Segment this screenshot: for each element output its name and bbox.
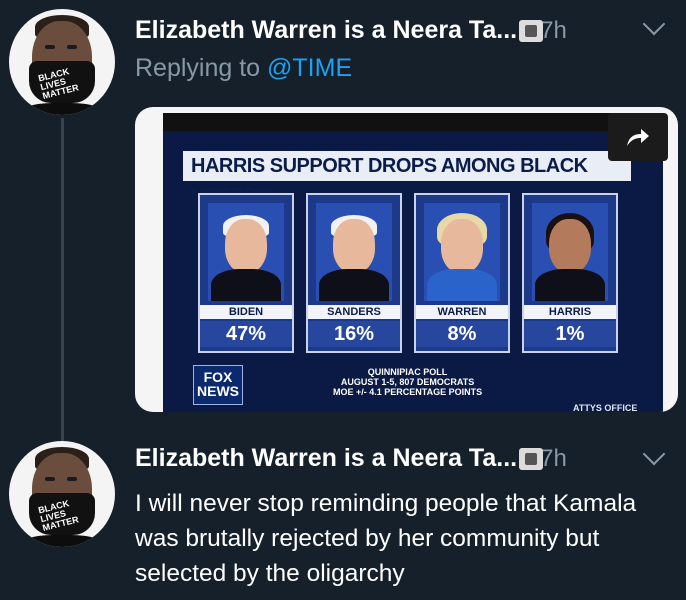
author-name[interactable]: Elizabeth Warren is a Neera Ta... [135, 16, 517, 45]
poll-line: QUINNIPIAC POLL [367, 367, 448, 377]
tweet-timestamp[interactable]: 7h [540, 445, 567, 473]
chevron-down-icon[interactable] [642, 442, 666, 466]
candidate-value: 47% [200, 321, 292, 347]
tweet-header: Elizabeth Warren is a Neera Ta... 7h [135, 444, 567, 473]
candidate-panel: SANDERS 16% [306, 193, 402, 353]
verified-style-badge-icon [519, 19, 544, 42]
candidate-panel: WARREN 8% [414, 193, 510, 353]
headline-banner: HARRIS SUPPORT DROPS AMONG BLACK VOTERS [183, 151, 631, 207]
candidate-name: HARRIS [524, 305, 616, 319]
share-button[interactable] [608, 113, 668, 161]
candidate-value: 8% [416, 321, 508, 347]
reply-handle-link[interactable]: @TIME [267, 54, 352, 82]
chevron-down-icon[interactable] [642, 12, 666, 36]
tweet-image[interactable]: HARRIS SUPPORT DROPS AMONG BLACK VOTERS … [135, 107, 678, 412]
author-name[interactable]: Elizabeth Warren is a Neera Ta... [135, 444, 517, 473]
candidate-name: BIDEN [200, 305, 292, 319]
replying-to-label: Replying to [135, 54, 268, 82]
share-icon [627, 129, 649, 146]
candidate-name: SANDERS [308, 305, 400, 319]
candidate-value: 16% [308, 321, 400, 347]
avatar[interactable]: BLACK LIVES MATTER [9, 441, 115, 547]
tv-screenshot: HARRIS SUPPORT DROPS AMONG BLACK VOTERS … [163, 113, 663, 412]
candidate-panels: BIDEN 47% SANDERS 16% WARREN 8% HARRIS 1… [198, 193, 618, 353]
poll-caption: QUINNIPIAC POLL AUGUST 1-5, 807 DEMOCRAT… [333, 367, 482, 397]
fox-news-logo: FOX NEWS [193, 365, 243, 405]
candidate-value: 1% [524, 321, 616, 347]
poll-line: AUGUST 1-5, 807 DEMOCRATS [340, 377, 475, 387]
verified-style-badge-icon [519, 447, 544, 470]
tweet-text: I will never stop reminding people that … [135, 490, 637, 587]
tweet-timestamp[interactable]: 7h [540, 17, 567, 45]
avatar[interactable]: BLACK LIVES MATTER [9, 9, 115, 115]
candidate-name: WARREN [416, 305, 508, 319]
poll-line: MOE +/- 4.1 PERCENTAGE POINTS [333, 387, 483, 397]
thread-connector-line [61, 118, 64, 444]
news-ticker: ATTYS OFFICE [573, 403, 638, 412]
tweet-header: Elizabeth Warren is a Neera Ta... 7h [135, 16, 567, 45]
candidate-panel: BIDEN 47% [198, 193, 294, 353]
candidate-panel: HARRIS 1% [522, 193, 618, 353]
replying-to: Replying to @TIME [135, 54, 352, 83]
